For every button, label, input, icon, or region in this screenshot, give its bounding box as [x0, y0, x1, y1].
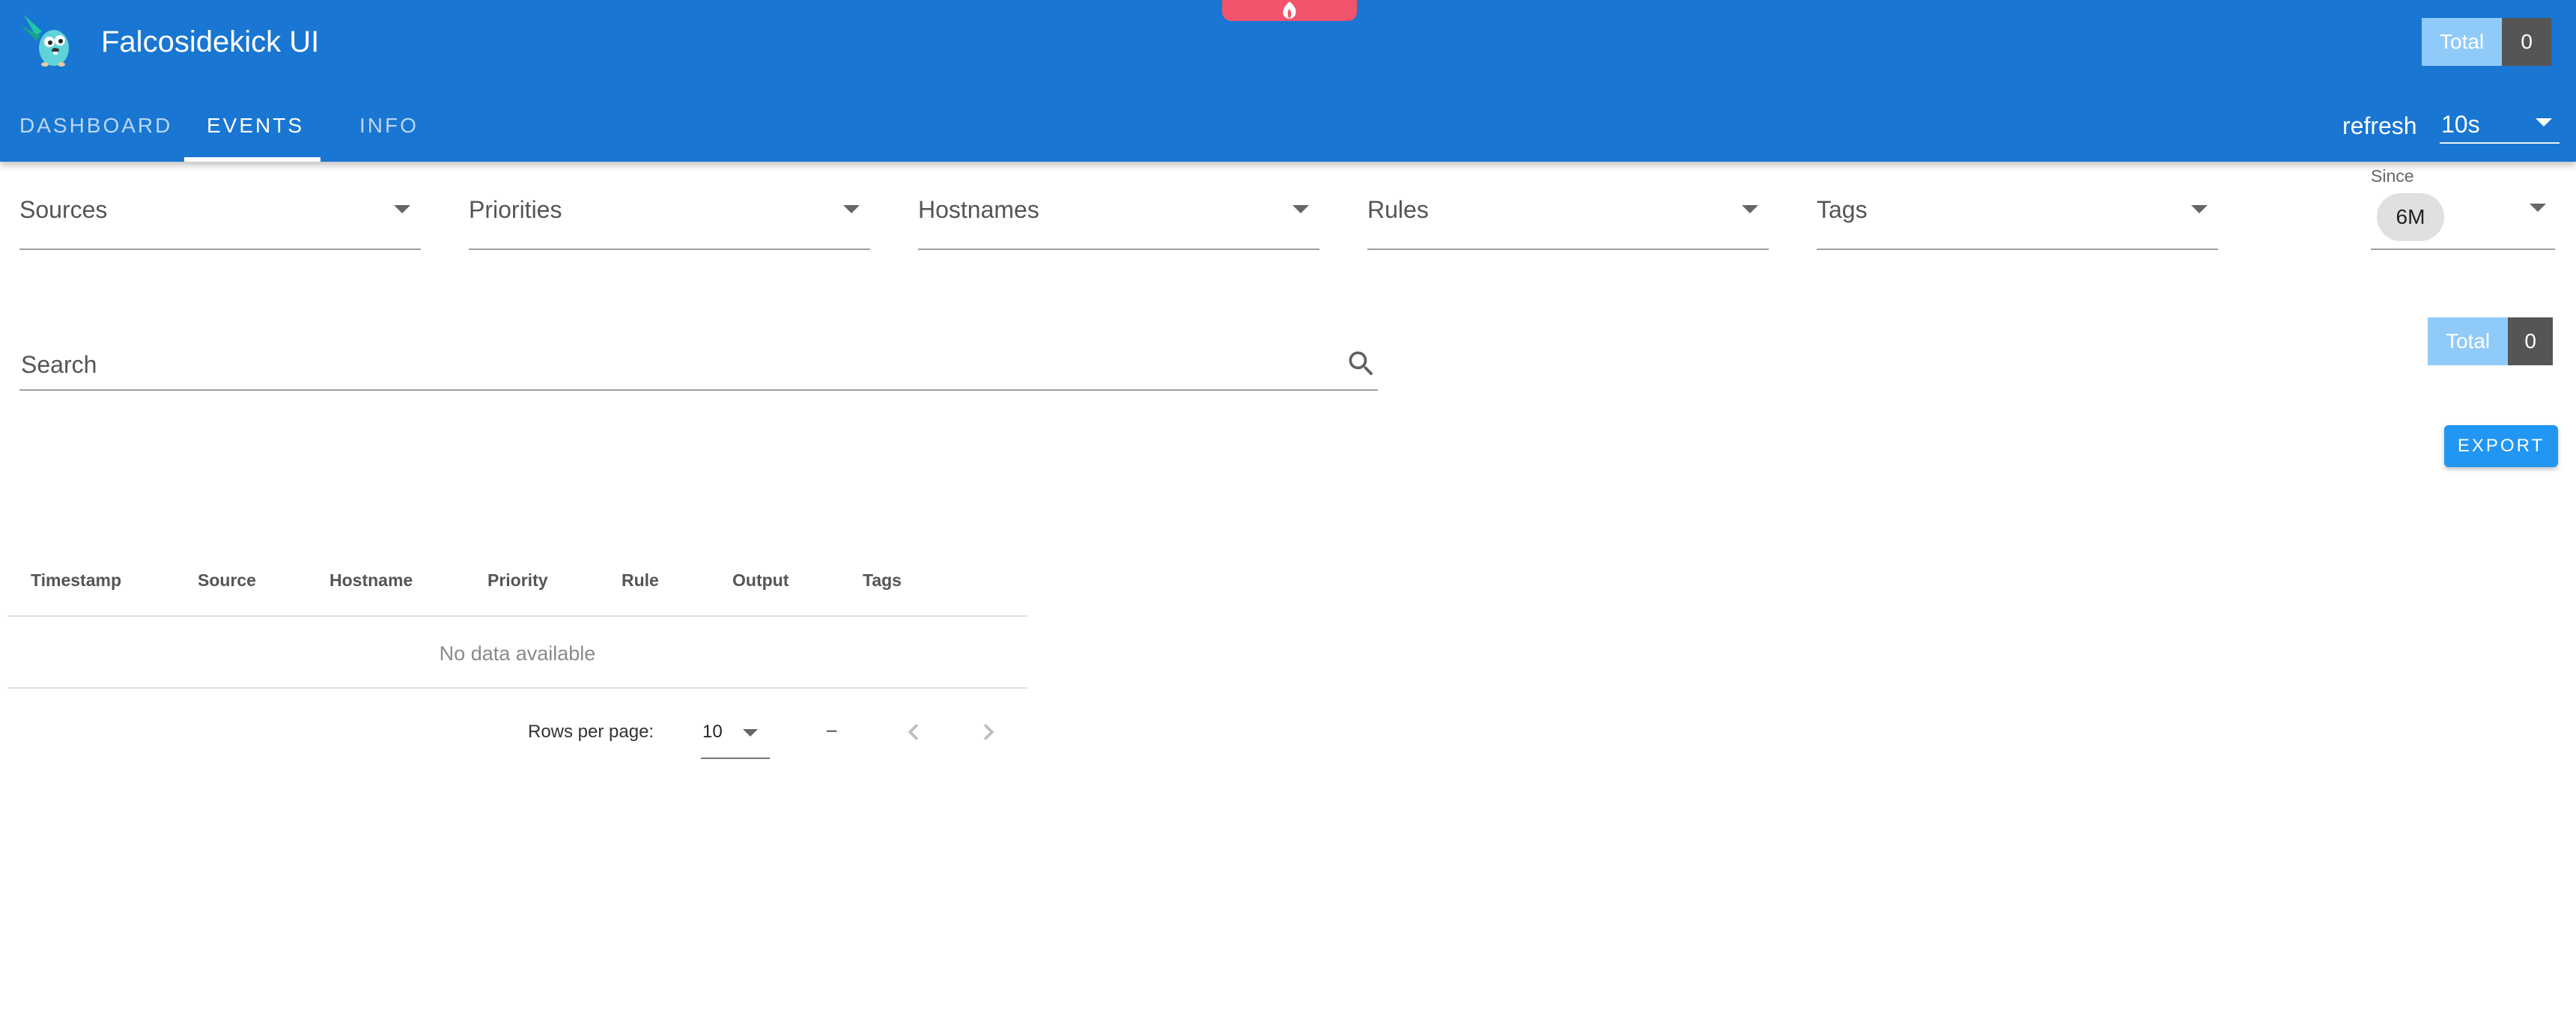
hostnames-select-label: Hostnames: [918, 196, 1039, 223]
chevron-down-icon: [1292, 205, 1309, 213]
since-select[interactable]: Since 6M: [2371, 165, 2555, 250]
column-header-output[interactable]: Output: [732, 570, 789, 591]
column-header-timestamp[interactable]: Timestamp: [31, 570, 121, 591]
events-total-badge: Total 0: [2428, 317, 2554, 365]
sources-select[interactable]: Sources: [19, 180, 421, 250]
header-total-value: 0: [2502, 18, 2552, 66]
pagination-range: –: [827, 720, 837, 740]
header-total-badge: Total 0: [2422, 18, 2552, 66]
priorities-select-label: Priorities: [469, 196, 562, 223]
falco-flame-icon: [1283, 1, 1296, 19]
rows-per-page-value: 10: [702, 722, 723, 742]
chevron-down-icon: [2530, 204, 2546, 212]
chevron-down-icon: [843, 205, 860, 213]
rows-per-page-select[interactable]: 10: [701, 713, 770, 759]
search-input[interactable]: [19, 346, 1292, 383]
events-total-value: 0: [2508, 317, 2554, 365]
chevron-down-icon: [1742, 205, 1758, 213]
sources-select-label: Sources: [19, 196, 108, 223]
tab-dashboard[interactable]: DASHBOARD: [19, 109, 172, 162]
search-field: [19, 338, 1378, 391]
falco-gopher-logo-icon: [21, 15, 69, 67]
active-tab-indicator: [184, 157, 321, 162]
tags-select[interactable]: Tags: [1817, 180, 2218, 250]
refresh-interval-value: 10s: [2441, 111, 2480, 138]
hostnames-select[interactable]: Hostnames: [918, 180, 1319, 250]
events-table-header: Timestamp Source Hostname Priority Rule …: [7, 546, 1027, 617]
app-bar: Falcosidekick UI Total 0 DASHBOARD EVENT…: [0, 0, 2576, 162]
chevron-down-icon: [743, 729, 758, 737]
column-header-rule[interactable]: Rule: [622, 570, 659, 591]
column-header-priority[interactable]: Priority: [487, 570, 548, 591]
since-select-label: Since: [2371, 166, 2414, 186]
column-header-hostname[interactable]: Hostname: [329, 570, 413, 591]
table-empty-message: No data available: [7, 618, 1027, 689]
previous-page-icon[interactable]: [897, 716, 930, 749]
tab-events[interactable]: EVENTS: [207, 109, 304, 162]
column-header-tags[interactable]: Tags: [863, 570, 902, 591]
search-icon[interactable]: [1345, 347, 1378, 380]
refresh-interval-select[interactable]: 10s: [2440, 105, 2560, 144]
export-button[interactable]: EXPORT: [2444, 425, 2558, 467]
tab-info[interactable]: INFO: [359, 109, 419, 162]
since-value-chip: 6M: [2377, 193, 2444, 241]
priorities-select[interactable]: Priorities: [469, 180, 870, 250]
header-total-label: Total: [2422, 18, 2503, 66]
rules-select[interactable]: Rules: [1367, 180, 1769, 250]
app-title: Falcosidekick UI: [101, 25, 320, 58]
next-page-icon[interactable]: [972, 716, 1005, 749]
chevron-down-icon: [2536, 118, 2552, 127]
rows-per-page-label: Rows per page:: [528, 722, 654, 742]
refresh-label: refresh: [2342, 112, 2417, 139]
chevron-down-icon: [2191, 205, 2208, 213]
tags-select-label: Tags: [1817, 196, 1868, 223]
chevron-down-icon: [394, 205, 410, 213]
events-total-label: Total: [2428, 317, 2509, 365]
rules-select-label: Rules: [1367, 196, 1429, 223]
top-pull-tab[interactable]: [1222, 0, 1357, 21]
column-header-source[interactable]: Source: [198, 570, 256, 591]
